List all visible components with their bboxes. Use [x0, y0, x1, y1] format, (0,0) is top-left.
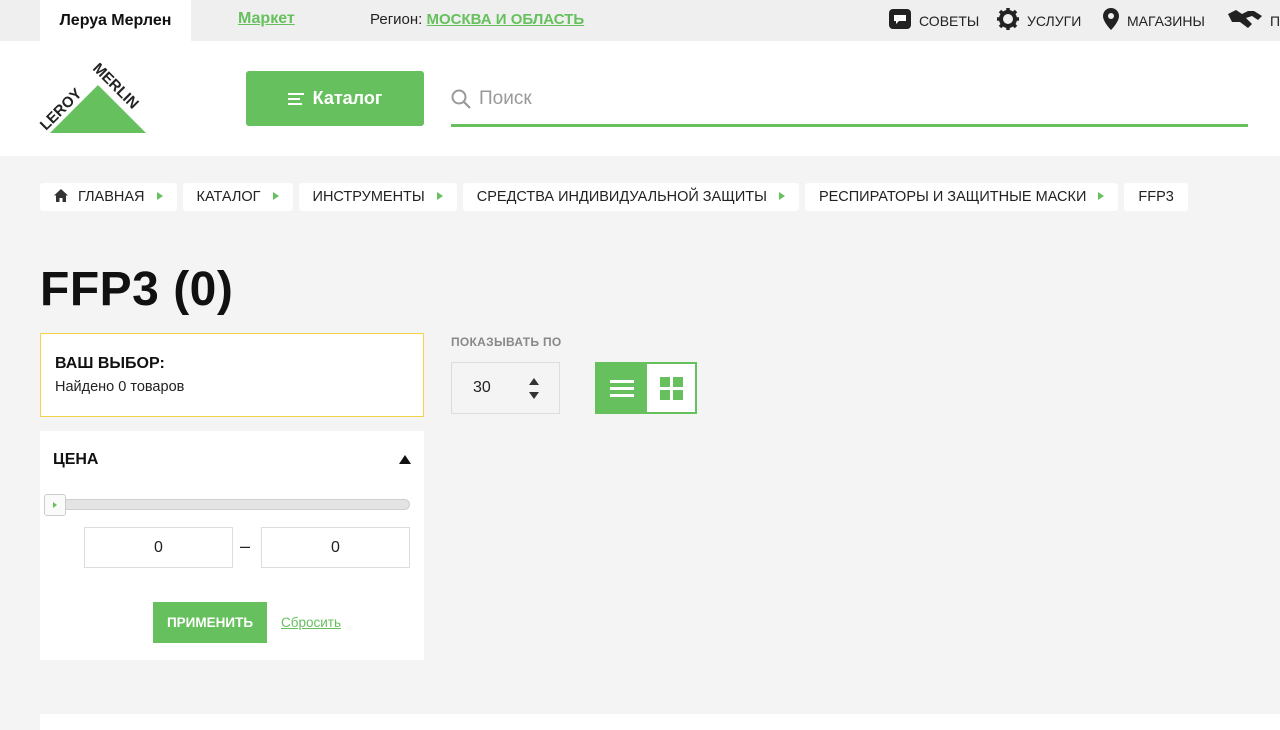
breadcrumb: ГЛАВНАЯ КАТАЛОГ ИНСТРУМЕНТЫ СРЕДСТВА ИНД… — [40, 183, 1194, 211]
per-page-label: ПОКАЗЫВАТЬ ПО — [451, 335, 562, 349]
top-bar: Леруа Мерлен Маркет Регион: МОСКВА И ОБЛ… — [0, 0, 1280, 41]
breadcrumb-label: ГЛАВНАЯ — [78, 189, 145, 205]
spin-up-icon[interactable] — [529, 378, 539, 385]
breadcrumb-label: СРЕДСТВА ИНДИВИДУАЛЬНОЙ ЗАЩИТЫ — [476, 189, 767, 205]
breadcrumb-tools[interactable]: ИНСТРУМЕНТЫ — [298, 183, 457, 211]
price-filter: ЦЕНА – ПРИМЕНИТЬ Сбросить — [40, 431, 424, 660]
region-selector: Регион: МОСКВА И ОБЛАСТЬ — [370, 11, 584, 28]
price-min-input[interactable] — [84, 527, 233, 568]
map-pin-icon — [1103, 8, 1119, 33]
collapse-triangle-icon[interactable] — [399, 455, 411, 464]
breadcrumb-protection[interactable]: СРЕДСТВА ИНДИВИДУАЛЬНОЙ ЗАЩИТЫ — [462, 183, 799, 211]
breadcrumb-arrow-icon — [436, 192, 443, 200]
reset-link[interactable]: Сбросить — [281, 615, 341, 630]
content-bottom-panel — [40, 714, 1280, 730]
price-range-dash: – — [240, 536, 251, 556]
price-slider-track[interactable] — [50, 499, 410, 510]
gear-icon — [997, 8, 1019, 33]
search-icon — [451, 89, 471, 114]
breadcrumb-label: КАТАЛОГ — [196, 189, 261, 205]
price-filter-title: ЦЕНА — [53, 451, 99, 468]
results-count: Найдено 0 товаров — [55, 379, 185, 395]
selection-title: ВАШ ВЫБОР: — [55, 355, 165, 372]
menu-icon — [287, 90, 304, 108]
catalog-button[interactable]: Каталог — [246, 71, 424, 126]
view-toggle — [595, 362, 697, 414]
breadcrumb-arrow-icon — [778, 192, 785, 200]
per-page-value: 30 — [473, 379, 491, 396]
nav-services[interactable]: УСЛУГИ — [997, 0, 1081, 41]
search-bar — [451, 81, 1248, 127]
spin-down-icon[interactable] — [529, 392, 539, 399]
header: LEROY MERLIN Каталог — [0, 41, 1280, 156]
page-title: FFP3 (0) — [40, 263, 234, 316]
price-slider-handle[interactable] — [44, 494, 66, 516]
breadcrumb-label: ИНСТРУМЕНТЫ — [312, 189, 425, 205]
nav-services-label: УСЛУГИ — [1027, 12, 1082, 29]
per-page-select[interactable]: 30 — [451, 362, 560, 414]
grid-view-button[interactable] — [647, 364, 695, 412]
nav-advice[interactable]: СОВЕТЫ — [889, 0, 979, 41]
chat-bubble-icon — [889, 9, 911, 32]
price-max-input[interactable] — [261, 527, 410, 568]
region-link[interactable]: МОСКВА И ОБЛАСТЬ — [427, 11, 585, 28]
nav-partners-label: П — [1270, 12, 1280, 29]
catalog-button-label: Каталог — [312, 88, 383, 108]
breadcrumb-label: РЕСПИРАТОРЫ И ЗАЩИТНЫЕ МАСКИ — [818, 189, 1087, 205]
breadcrumb-arrow-icon — [272, 192, 279, 200]
nav-advice-label: СОВЕТЫ — [919, 12, 980, 29]
nav-stores-label: МАГАЗИНЫ — [1127, 12, 1205, 29]
breadcrumb-label: FFP3 — [1138, 189, 1174, 205]
selection-summary: ВАШ ВЫБОР: Найдено 0 товаров — [40, 333, 424, 417]
breadcrumb-home[interactable]: ГЛАВНАЯ — [40, 183, 177, 211]
list-icon — [610, 379, 634, 383]
grid-icon — [659, 376, 683, 400]
nav-partners[interactable]: П — [1228, 0, 1280, 41]
nav-stores[interactable]: МАГАЗИНЫ — [1103, 0, 1205, 41]
apply-button[interactable]: ПРИМЕНИТЬ — [153, 602, 267, 643]
search-input[interactable] — [479, 87, 1239, 110]
tab-market[interactable]: Маркет — [238, 10, 295, 28]
breadcrumb-arrow-icon — [156, 192, 163, 200]
leroy-merlin-logo[interactable]: LEROY MERLIN — [37, 60, 152, 135]
tab-leroy-merlin[interactable]: Леруа Мерлен — [40, 0, 191, 41]
breadcrumb-arrow-icon — [1098, 192, 1105, 200]
breadcrumb-respirators[interactable]: РЕСПИРАТОРЫ И ЗАЩИТНЫЕ МАСКИ — [804, 183, 1119, 211]
home-icon — [54, 188, 68, 206]
breadcrumb-catalog[interactable]: КАТАЛОГ — [182, 183, 293, 211]
list-view-button[interactable] — [597, 364, 647, 412]
handshake-icon — [1228, 8, 1262, 33]
breadcrumb-current: FFP3 — [1124, 183, 1188, 211]
region-label: Регион: — [370, 11, 423, 28]
